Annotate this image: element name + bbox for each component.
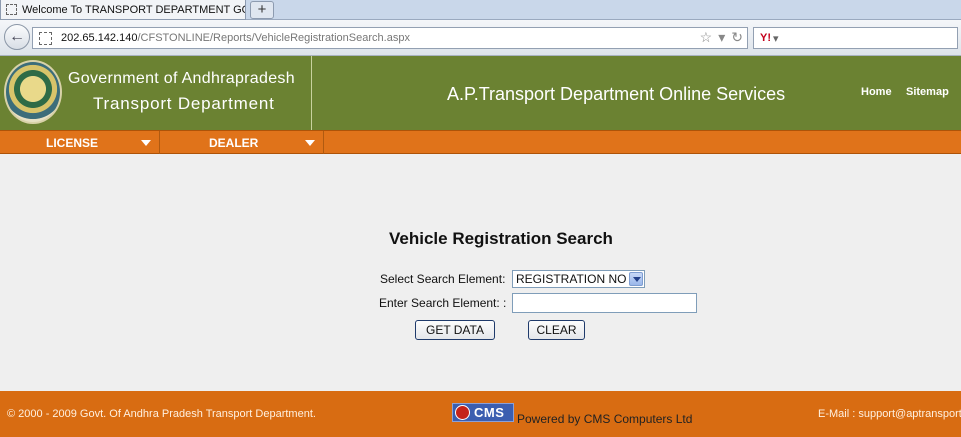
powered-by-text: Powered by CMS Computers Ltd (517, 412, 693, 426)
get-data-button[interactable]: GET DATA (415, 320, 495, 340)
cms-logo-text: CMS (474, 405, 505, 420)
cms-logo-mark-icon (455, 405, 470, 420)
site-identity-icon[interactable] (39, 31, 52, 45)
menu-item-label: DEALER (209, 135, 259, 150)
select-search-label: Select Search Element: (380, 272, 506, 286)
history-dropdown-icon[interactable]: ▾ (718, 29, 725, 46)
page-icon (6, 4, 17, 15)
main-menu: LICENSE DEALER (0, 130, 961, 154)
site-header: Government of Andhrapradesh Transport De… (0, 56, 961, 130)
state-emblem-logo (4, 60, 62, 124)
chevron-down-icon (305, 140, 315, 146)
new-tab-button[interactable]: + (250, 1, 274, 19)
url-path: /CFSTONLINE/Reports/VehicleRegistrationS… (137, 32, 410, 44)
chevron-down-icon (141, 140, 151, 146)
url-host: 202.65.142.140 (61, 32, 138, 44)
enter-search-label: Enter Search Element: : (379, 296, 507, 310)
page-title: Vehicle Registration Search (389, 229, 613, 248)
gov-name: Government of Andhrapradesh (68, 70, 295, 87)
main-content: Vehicle Registration Search Select Searc… (0, 155, 961, 391)
selected-value: REGISTRATION NO (516, 272, 627, 286)
bookmark-star-icon[interactable]: ☆ (700, 29, 713, 46)
search-engine-box[interactable]: Y! ▾ (753, 27, 958, 49)
search-element-select[interactable]: REGISTRATION NO (512, 270, 645, 288)
support-email[interactable]: E-Mail : support@aptransport (818, 408, 961, 420)
dept-name: Transport Department (93, 94, 275, 113)
copyright-text: © 2000 - 2009 Govt. Of Andhra Pradesh Tr… (7, 408, 316, 420)
address-bar[interactable]: 202.65.142.140/CFSTONLINE/Reports/Vehicl… (32, 27, 748, 49)
clear-button[interactable]: CLEAR (528, 320, 585, 340)
cms-logo: CMS (452, 403, 514, 422)
reload-icon[interactable]: ↻ (731, 29, 743, 46)
header-branding: Government of Andhrapradesh Transport De… (0, 56, 312, 130)
search-element-input[interactable] (512, 293, 697, 313)
browser-tab[interactable]: Welcome To TRANSPORT DEPARTMENT GOV... (0, 0, 246, 20)
dropdown-arrow-icon[interactable] (629, 272, 643, 286)
site-footer: © 2000 - 2009 Govt. Of Andhra Pradesh Tr… (0, 391, 961, 437)
home-link[interactable]: Home (861, 86, 892, 98)
browser-tab-bar: Welcome To TRANSPORT DEPARTMENT GOV... + (0, 0, 961, 20)
search-engine-icon[interactable]: Y! (760, 32, 771, 44)
tab-title: Welcome To TRANSPORT DEPARTMENT GOV... (22, 3, 245, 16)
back-button[interactable]: ← (4, 24, 30, 50)
menu-item-dealer[interactable]: DEALER (161, 131, 324, 154)
site-title: A.P.Transport Department Online Services (447, 84, 786, 104)
menu-item-license[interactable]: LICENSE (0, 131, 160, 154)
menu-item-label: LICENSE (46, 135, 99, 150)
search-engine-dropdown-icon[interactable]: ▾ (773, 32, 779, 45)
sitemap-link[interactable]: Sitemap (906, 86, 949, 98)
